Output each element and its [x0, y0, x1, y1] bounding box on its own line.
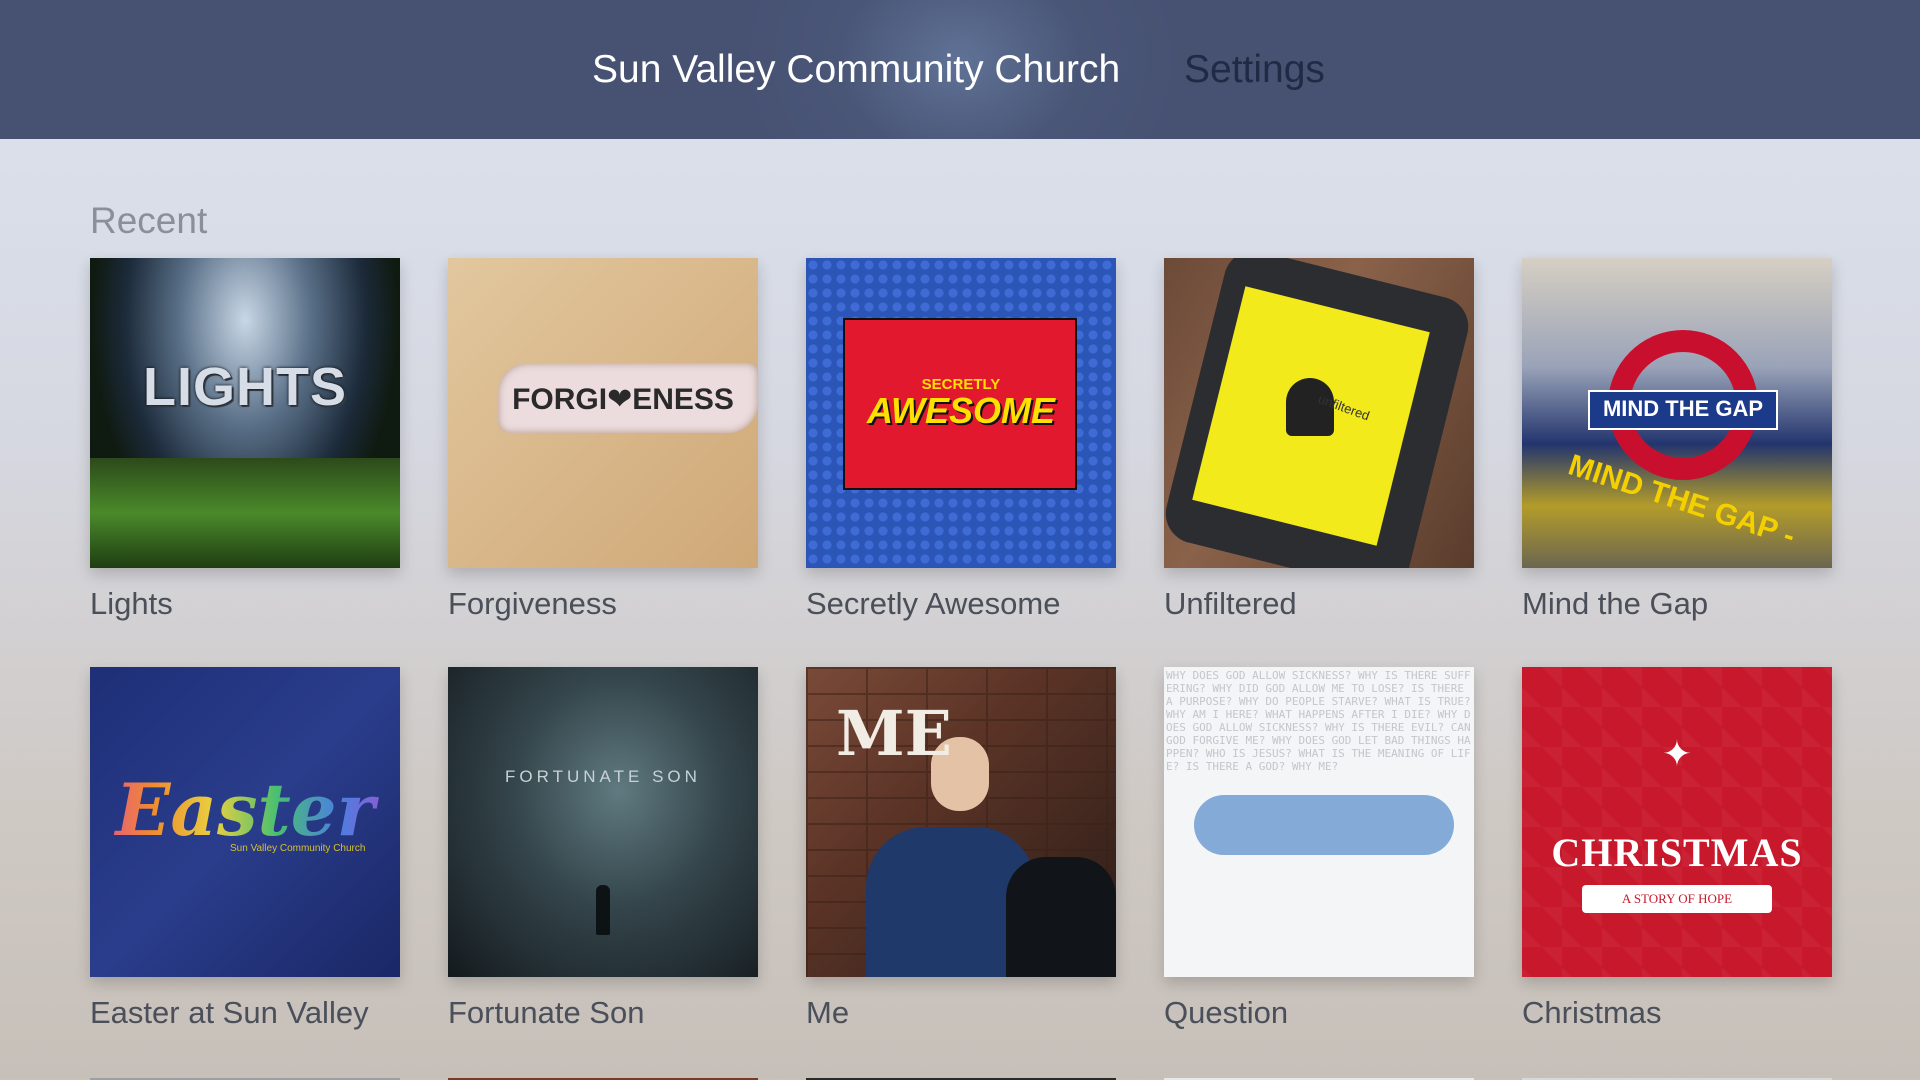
series-caption: Lights — [90, 586, 173, 621]
section-title-recent: Recent — [90, 200, 208, 241]
series-caption: Fortunate Son — [448, 995, 645, 1030]
series-artwork: LIGHTS — [90, 258, 400, 568]
series-tile-unfiltered[interactable]: unfiltered Unfiltered — [1164, 258, 1474, 622]
series-caption: Secretly Awesome — [806, 586, 1061, 621]
series-tile-question[interactable]: WHY DOES GOD ALLOW SICKNESS? WHY IS THER… — [1164, 667, 1474, 1031]
series-artwork: ✦ CHRISTMAS A STORY OF HOPE — [1522, 667, 1832, 977]
tab-sun-valley-community-church[interactable]: Sun Valley Community Church — [592, 46, 1120, 94]
series-caption: Unfiltered — [1164, 586, 1297, 621]
series-artwork: FORGI❤ENESS — [448, 258, 758, 568]
artwork-subtitle: A STORY OF HOPE — [1582, 885, 1772, 913]
series-tile-easter[interactable]: Easter Sun Valley Community Church Easte… — [90, 667, 400, 1031]
artwork-title: Easter — [90, 767, 400, 852]
series-artwork: Easter Sun Valley Community Church — [90, 667, 400, 977]
series-artwork: FORTUNATE SON — [448, 667, 758, 977]
series-caption: Mind the Gap — [1522, 586, 1709, 621]
series-artwork: MIND THE GAP MIND THE GAP - — [1522, 258, 1832, 568]
series-caption: Me — [806, 995, 850, 1030]
series-tile-secretly-awesome[interactable]: SECRETLY AWESOME Secretly Awesome — [806, 258, 1116, 622]
series-tile-forgiveness[interactable]: FORGI❤ENESS Forgiveness — [448, 258, 758, 622]
series-artwork: ME — [806, 667, 1116, 977]
series-artwork: SECRETLY AWESOME — [806, 258, 1116, 568]
series-caption: Christmas — [1522, 995, 1662, 1030]
series-tile-fortunate-son[interactable]: FORTUNATE SON Fortunate Son — [448, 667, 758, 1031]
question-mark-graphic — [1194, 795, 1454, 855]
artwork-title: FORTUNATE SON — [505, 767, 701, 786]
artwork-title: CHRISTMAS — [1551, 830, 1803, 875]
series-artwork: unfiltered — [1164, 258, 1474, 568]
series-tile-mind-the-gap[interactable]: MIND THE GAP MIND THE GAP - Mind the Gap — [1522, 258, 1832, 622]
artwork-title: MIND THE GAP — [1602, 396, 1764, 421]
series-caption: Question — [1164, 995, 1289, 1030]
series-tile-me[interactable]: ME Me — [806, 667, 1116, 1031]
series-tile-lights[interactable]: LIGHTS Lights — [90, 258, 400, 622]
series-caption: Easter at Sun Valley — [90, 995, 369, 1030]
series-caption: Forgiveness — [448, 586, 617, 621]
artwork-title: LIGHTS — [143, 357, 347, 417]
artwork-subtitle: Sun Valley Community Church — [230, 843, 366, 854]
artwork-title: FORGI❤ENESS — [512, 383, 734, 416]
top-navigation-bar: Sun Valley Community Church Settings — [0, 0, 1920, 139]
artwork-title: ME — [836, 697, 952, 770]
artwork-title: AWESOME — [866, 390, 1055, 431]
series-tile-christmas[interactable]: ✦ CHRISTMAS A STORY OF HOPE Christmas — [1522, 667, 1832, 1031]
tab-settings[interactable]: Settings — [1184, 46, 1325, 94]
star-icon: ✦ — [1661, 733, 1693, 774]
series-artwork: WHY DOES GOD ALLOW SICKNESS? WHY IS THER… — [1164, 667, 1474, 977]
